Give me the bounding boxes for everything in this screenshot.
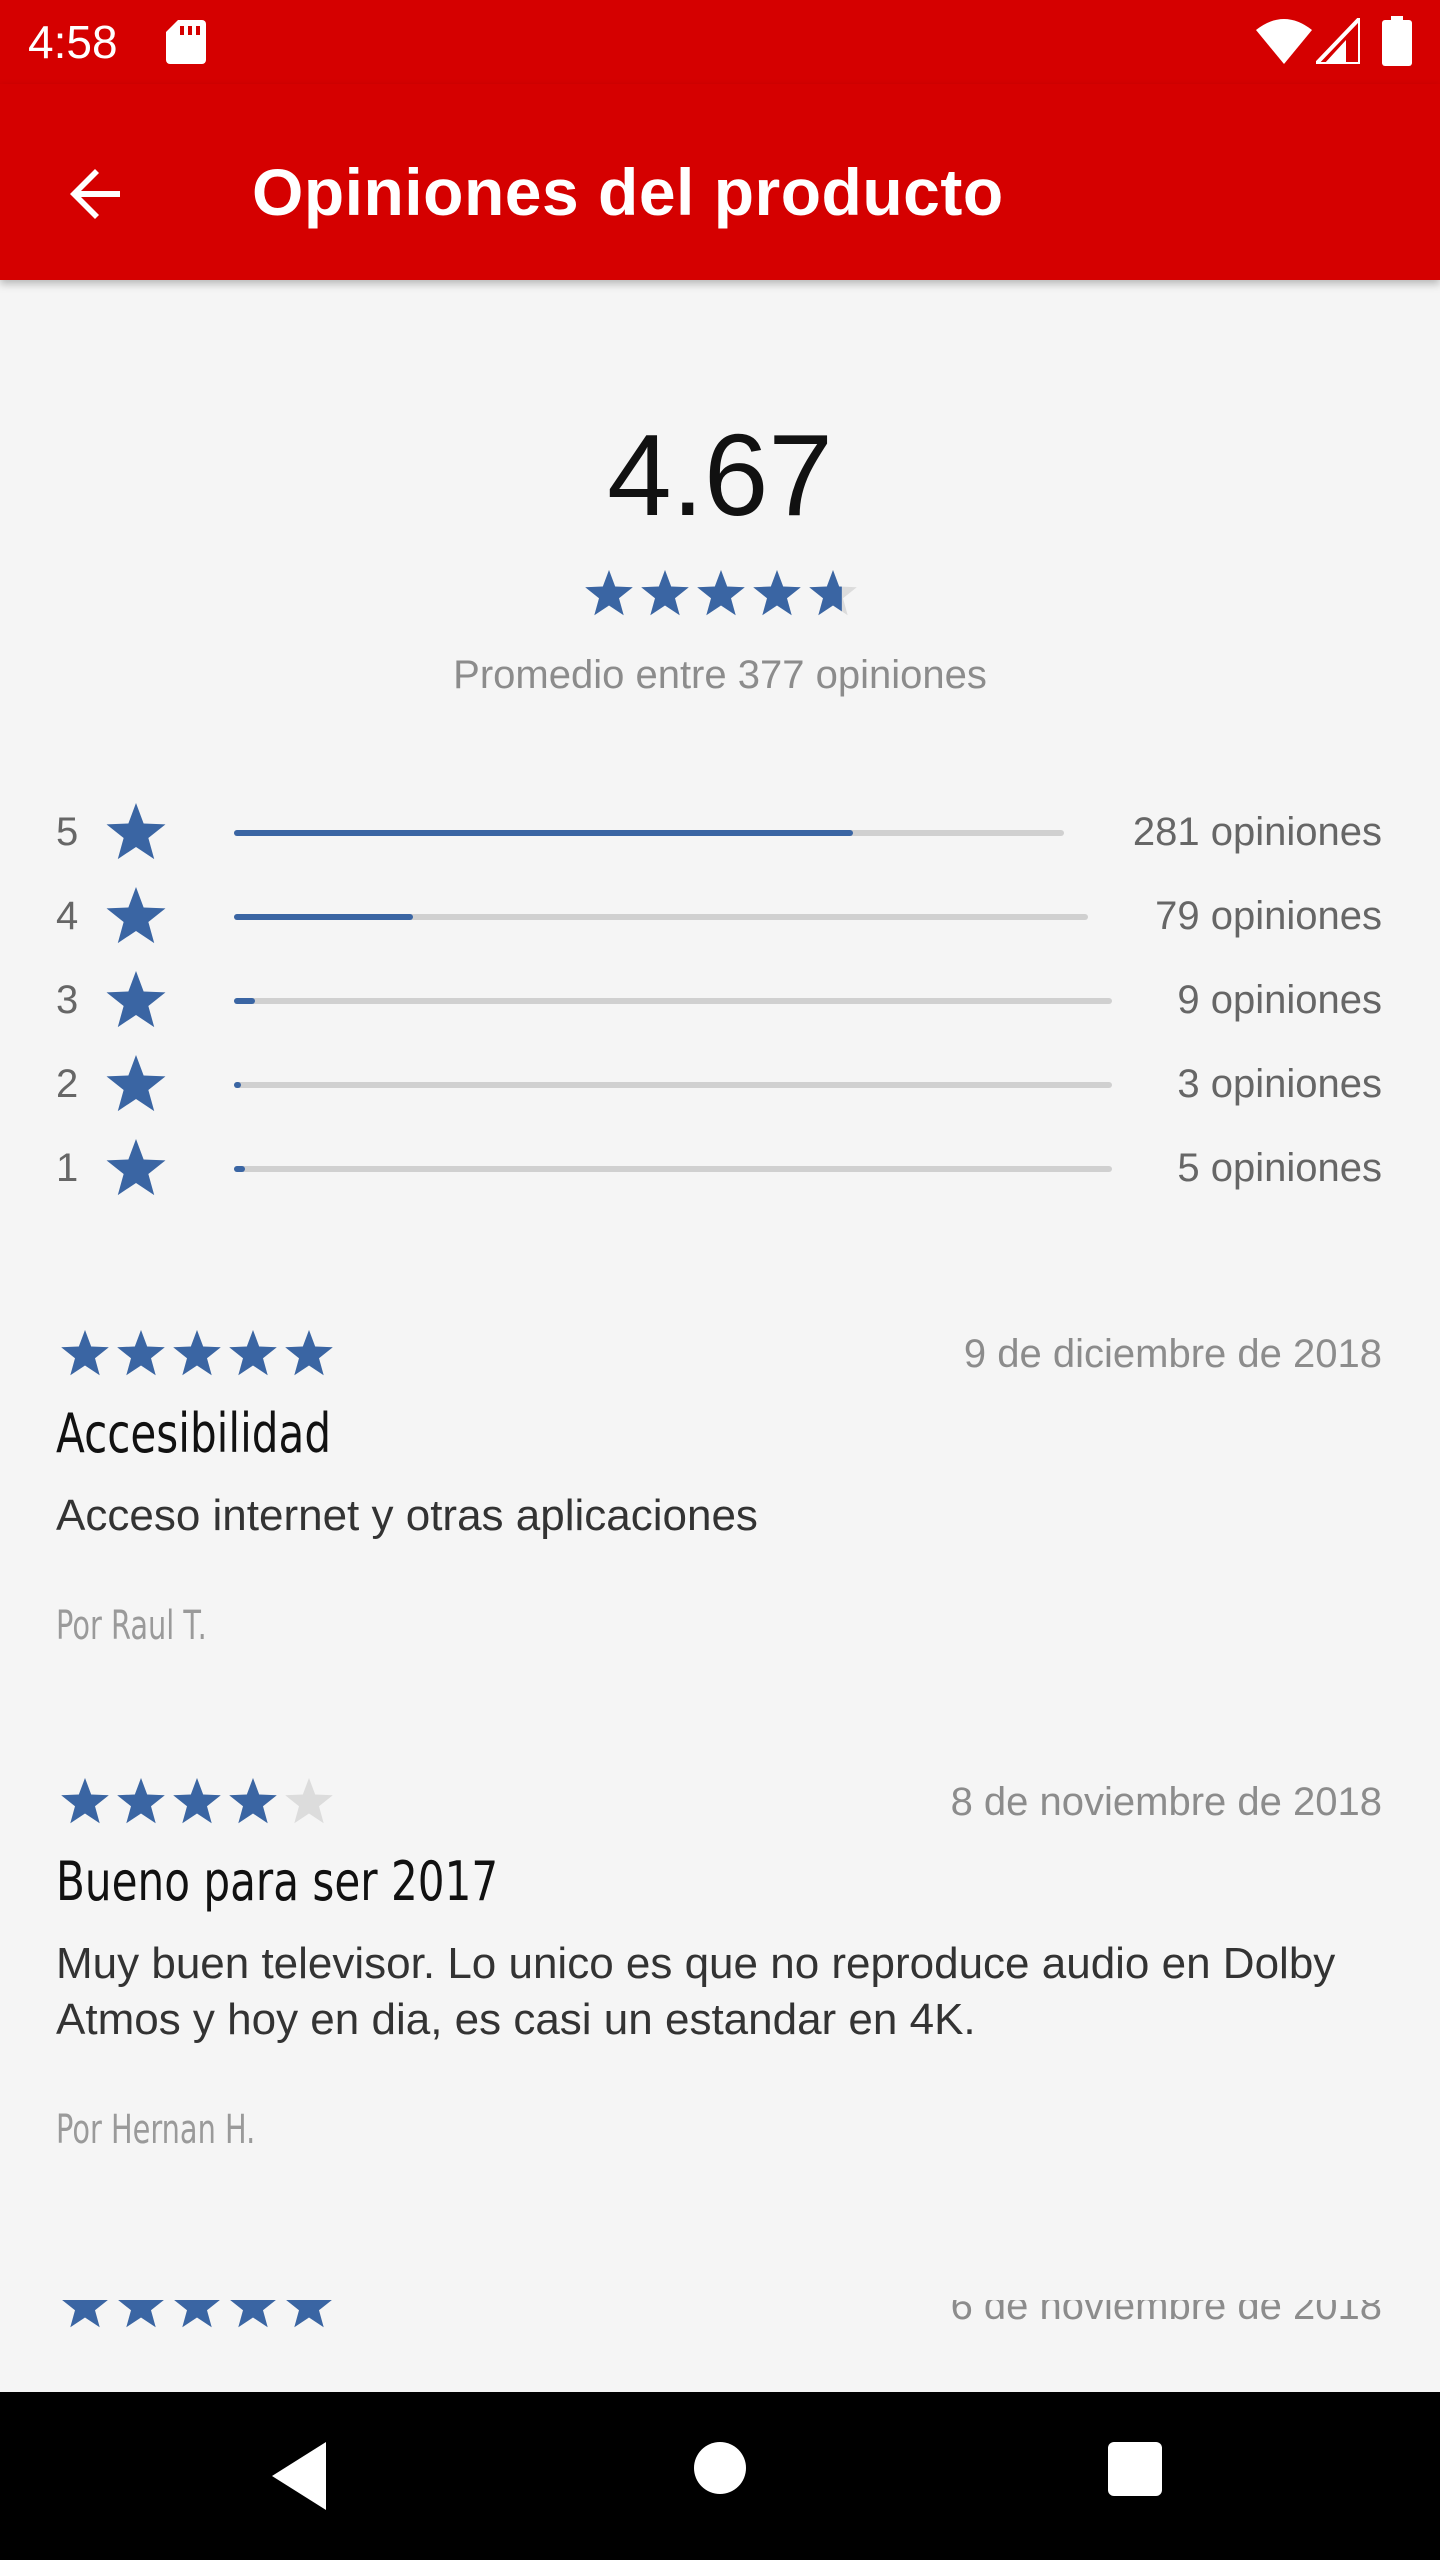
star-filled-icon	[117, 1330, 165, 1376]
star-filled-icon	[641, 570, 689, 616]
rating-bar-track	[234, 914, 1088, 920]
star-filled-icon	[174, 2300, 220, 2328]
rating-bar-fill	[234, 1082, 242, 1088]
rating-bar-track	[234, 830, 1064, 836]
rating-bar-fill	[234, 914, 414, 920]
star-icon	[106, 803, 166, 860]
review-title: Bueno para ser 2017	[56, 1850, 499, 1913]
star-filled-icon	[117, 1778, 165, 1824]
rating-bar-track	[234, 998, 1112, 1004]
star-empty-icon	[285, 1778, 333, 1824]
sd-card-icon	[166, 20, 206, 64]
star-filled-icon	[61, 1330, 109, 1376]
rating-row-stars: 5	[56, 810, 79, 854]
signal-icon	[1316, 18, 1360, 64]
rating-bar-track	[234, 1082, 1112, 1088]
rating-bar-track	[234, 1166, 1112, 1172]
star-filled-icon	[173, 1330, 221, 1376]
star-icon	[106, 1055, 166, 1112]
review-author: Por Raul T.	[56, 1603, 207, 1649]
rating-row-count: 79 opiniones	[1155, 894, 1382, 938]
review-stars	[61, 1778, 333, 1824]
rating-bar-fill	[234, 1166, 246, 1172]
review-body: Acceso internet y otras aplicaciones	[56, 1491, 758, 1540]
rating-row-5[interactable]: 5 281 opiniones	[0, 790, 1440, 874]
rating-row-stars: 1	[56, 1146, 79, 1190]
navigation-bar	[0, 2392, 1440, 2560]
app-bar: Opiniones del producto	[0, 84, 1440, 280]
star-icon	[106, 887, 166, 944]
nav-back-icon[interactable]	[270, 2436, 334, 2516]
review-card-partial: 6 de noviembre de 2018	[0, 2300, 1440, 2392]
review-date: 9 de diciembre de 2018	[963, 1332, 1382, 1376]
rating-row-count: 281 opiniones	[1132, 810, 1382, 854]
rating-bar-fill	[234, 998, 256, 1004]
rating-row-stars: 4	[56, 894, 79, 938]
star-filled-icon	[62, 2300, 108, 2328]
star-filled-icon	[229, 1778, 277, 1824]
star-icon	[106, 971, 166, 1028]
rating-row-2[interactable]: 2 3 opiniones	[0, 1042, 1440, 1126]
star-filled-icon	[230, 2300, 276, 2328]
arrow-back-icon	[70, 169, 120, 219]
page-title: Opiniones del producto	[252, 155, 1004, 229]
rating-row-1[interactable]: 1 5 opiniones	[0, 1126, 1440, 1210]
rating-row-count: 3 opiniones	[1177, 1062, 1382, 1106]
star-icon	[106, 1139, 166, 1196]
nav-home-icon[interactable]	[694, 2442, 746, 2494]
rating-bar-fill	[234, 830, 854, 836]
star-filled-icon	[585, 570, 633, 616]
star-filled-icon	[173, 1778, 221, 1824]
star-filled-icon	[697, 570, 745, 616]
back-button[interactable]	[48, 146, 144, 242]
star-filled-icon	[286, 2300, 332, 2328]
review-stars	[62, 2300, 332, 2328]
average-rating: 4.67	[607, 410, 833, 540]
rating-row-stars: 3	[56, 978, 79, 1022]
review-stars	[61, 1330, 333, 1376]
rating-row-3[interactable]: 3 9 opiniones	[0, 958, 1440, 1042]
rating-row-count: 9 opiniones	[1177, 978, 1382, 1022]
wifi-icon	[1256, 19, 1312, 64]
star-filled-icon	[61, 1778, 109, 1824]
battery-icon	[1382, 16, 1412, 66]
average-stars	[585, 570, 857, 616]
status-time: 4:58	[28, 16, 118, 68]
rating-row-count: 5 opiniones	[1177, 1146, 1382, 1190]
nav-recents-icon[interactable]	[1108, 2442, 1162, 2496]
star-filled-icon	[753, 570, 801, 616]
star-filled-icon	[118, 2300, 164, 2328]
review-body: Muy buen televisor. Lo unico es que no r…	[56, 1939, 1336, 2044]
rating-row-4[interactable]: 4 79 opiniones	[0, 874, 1440, 958]
status-bar: 4:58	[0, 0, 1440, 84]
star-filled-icon	[285, 1330, 333, 1376]
review-date: 8 de noviembre de 2018	[950, 1780, 1382, 1824]
average-caption: Promedio entre 377 opiniones	[453, 653, 987, 697]
review-title: Accesibilidad	[56, 1402, 332, 1465]
review-author: Por Hernan H.	[56, 2107, 256, 2153]
star-filled-icon	[229, 1330, 277, 1376]
rating-row-stars: 2	[56, 1062, 79, 1106]
review-date: 6 de noviembre de 2018	[950, 2300, 1382, 2328]
